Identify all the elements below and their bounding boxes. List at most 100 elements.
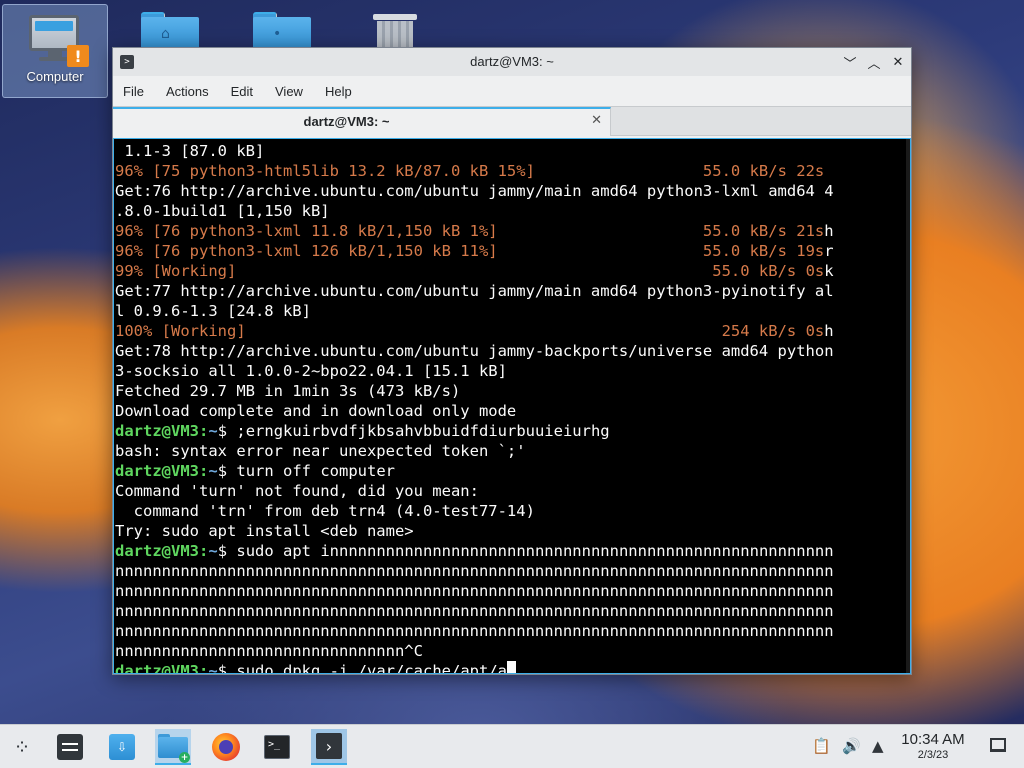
maximize-button[interactable]: ︿ (864, 52, 884, 72)
line-text: 96% [75 python3-html5lib 13.2 kB/87.0 kB… (115, 162, 535, 180)
taskbar-file-manager[interactable]: + (155, 729, 191, 765)
desktop-icon-computer[interactable]: ! Computer (2, 4, 108, 98)
terminal-output[interactable]: 1.1-3 [87.0 kB] 96% [75 python3-html5lib … (113, 138, 911, 674)
taskbar-konsole-active[interactable]: › (311, 729, 347, 765)
clock-time[interactable]: 10:34 AM (890, 731, 976, 748)
tab-terminal[interactable]: dartz@VM3: ~ ✕ (113, 107, 611, 136)
settings-icon (57, 734, 83, 760)
download-speed: 254 kB/s 0s (721, 322, 825, 340)
terminal-line: 3-socksio all 1.0.0-2~bpo22.04.1 [15.1 k… (115, 361, 910, 381)
prompt-user: dartz@VM3 (115, 462, 199, 480)
terminal-line: dartz@VM3:~$ turn off computer (115, 462, 396, 480)
line-text: l 0.9.6-1.3 [24.8 kB] (115, 302, 311, 320)
show-desktop-icon[interactable] (990, 738, 1006, 752)
prompt-path: ~ (208, 422, 218, 440)
tab-close-icon[interactable]: ✕ (591, 113, 602, 128)
line-text: 96% [76 python3-lxml 11.8 kB/1,150 kB 1%… (115, 222, 498, 240)
line-text: 100% [Working] (115, 322, 246, 340)
line-residue: h (824, 322, 834, 340)
terminal-line: 100% [Working] 254 kB/s 0sh (115, 321, 910, 341)
terminal-scrollbar[interactable] (906, 139, 910, 673)
store-icon: ⇩ (109, 734, 135, 760)
line-text: Fetched 29.7 MB in 1min 3s (473 kB/s) (115, 382, 461, 400)
menu-file[interactable]: File (117, 84, 150, 99)
line-residue: r (824, 242, 834, 260)
terminal-line: dartz@VM3:~$ sudo apt innnnnnnnnnnnnnnnn… (115, 542, 834, 560)
volume-icon[interactable]: 🔊 (842, 737, 861, 755)
line-text: nnnnnnnnnnnnnnnnnnnnnnnnnnnnnnnnnnnnnnnn… (115, 602, 834, 620)
terminal-line: Get:78 http://archive.ubuntu.com/ubuntu … (115, 341, 910, 361)
line-text: 99% [Working] (115, 262, 237, 280)
tray-expand-icon[interactable]: ▲ (872, 737, 884, 755)
prompt-path: ~ (208, 462, 218, 480)
taskbar: ⁘ ⇩ + >_ › 📋 🔊 ▲ 10:34 AM 2/3/23 (0, 724, 1024, 768)
line-text: Try: sudo apt install <deb name> (115, 522, 414, 540)
terminal-line: 96% [75 python3-html5lib 13.2 kB/87.0 kB… (115, 161, 910, 181)
minimize-button[interactable]: ﹀ (840, 52, 860, 72)
prompt-path: ~ (208, 662, 218, 674)
terminal-line: Get:76 http://archive.ubuntu.com/ubuntu … (115, 181, 910, 201)
terminal-line: nnnnnnnnnnnnnnnnnnnnnnnnnnnnnnnnnnnnnnnn… (115, 601, 910, 621)
terminal-icon: >_ (264, 735, 290, 759)
prompt-path: ~ (208, 542, 218, 560)
clock-date[interactable]: 2/3/23 (890, 749, 976, 761)
prompt-command: turn off computer (227, 462, 396, 480)
taskbar-system-settings[interactable] (52, 729, 88, 765)
folder-icon: + (158, 734, 190, 763)
line-text: nnnnnnnnnnnnnnnnnnnnnnnnnnnnnnnnnnnnnnnn… (115, 582, 834, 600)
menu-view[interactable]: View (269, 84, 309, 99)
download-speed: 55.0 kB/s 21s (702, 222, 825, 240)
computer-icon: ! (29, 15, 89, 67)
terminal-line: 1.1-3 [87.0 kB] (115, 141, 910, 161)
trash-icon[interactable] (373, 12, 417, 51)
menu-help[interactable]: Help (319, 84, 358, 99)
prompt-command: ;erngkuirbvdfjkbsahvbbuidfdiurbuuieiurhg (227, 422, 610, 440)
line-text: nnnnnnnnnnnnnnnnnnnnnnnnnnnnnnnnnnnnnnnn… (115, 562, 834, 580)
terminal-line: Download complete and in download only m… (115, 401, 910, 421)
terminal-line: bash: syntax error near unexpected token… (115, 441, 910, 461)
terminal-line: Fetched 29.7 MB in 1min 3s (473 kB/s) (115, 381, 910, 401)
taskbar-discover[interactable]: ⇩ (104, 729, 140, 765)
application-launcher[interactable]: ⁘ (4, 729, 40, 765)
line-text: Command 'turn' not found, did you mean: (115, 482, 479, 500)
terminal-line: .8.0-1build1 [1,150 kB] (115, 201, 910, 221)
menu-edit[interactable]: Edit (225, 84, 259, 99)
download-speed: 55.0 kB/s 22s (702, 162, 825, 180)
clipboard-icon[interactable]: 📋 (812, 737, 831, 755)
terminal-line: 96% [76 python3-lxml 126 kB/1,150 kB 11%… (115, 241, 910, 261)
prompt-user: dartz@VM3 (115, 662, 199, 674)
menu-actions[interactable]: Actions (160, 84, 215, 99)
desktop-folder-home-icon[interactable]: ⌂ (141, 12, 199, 51)
line-text: Get:76 http://archive.ubuntu.com/ubuntu … (115, 182, 834, 200)
terminal-line: 96% [76 python3-lxml 11.8 kB/1,150 kB 1%… (115, 221, 910, 241)
prompt-user: dartz@VM3 (115, 422, 199, 440)
terminal-line: Command 'turn' not found, did you mean: (115, 481, 910, 501)
close-button[interactable]: ✕ (888, 52, 908, 72)
line-text: Get:78 http://archive.ubuntu.com/ubuntu … (115, 342, 834, 360)
warning-badge-icon: ! (67, 45, 89, 67)
prompt-command: sudo dpkg -i /var/cache/apt/a (227, 662, 507, 674)
prompt-user: dartz@VM3 (115, 542, 199, 560)
line-text: command 'trn' from deb trn4 (4.0-test77-… (115, 502, 535, 520)
firefox-icon (212, 733, 240, 761)
konsole-window[interactable]: > dartz@VM3: ~ ﹀ ︿ ✕ File Actions Edit V… (112, 47, 912, 675)
terminal-line: nnnnnnnnnnnnnnnnnnnnnnnnnnnnnnnnnnnnnnnn… (115, 621, 910, 641)
line-text: nnnnnnnnnnnnnnnnnnnnnnnnnnnnnnnnnnnnnnnn… (115, 622, 834, 640)
window-titlebar[interactable]: > dartz@VM3: ~ ﹀ ︿ ✕ (113, 48, 911, 76)
terminal-line: Get:77 http://archive.ubuntu.com/ubuntu … (115, 281, 910, 301)
taskbar-firefox[interactable] (208, 729, 244, 765)
terminal-line: dartz@VM3:~$ ;erngkuirbvdfjkbsahvbbuidfd… (115, 422, 610, 440)
prompt-command: sudo apt innnnnnnnnnnnnnnnnnnnnnnnnnnnnn… (227, 542, 834, 560)
line-text: nnnnnnnnnnnnnnnnnnnnnnnnnnnnnnn^C (115, 642, 423, 660)
desktop-folder-icon[interactable]: • (253, 12, 311, 51)
terminal-line: 99% [Working] 55.0 kB/s 0sk (115, 261, 910, 281)
taskbar-terminal[interactable]: >_ (259, 729, 295, 765)
terminal-line: Try: sudo apt install <deb name> (115, 521, 910, 541)
line-text: Download complete and in download only m… (115, 402, 517, 420)
line-text: 3-socksio all 1.0.0-2~bpo22.04.1 [15.1 k… (115, 362, 507, 380)
tab-bar: dartz@VM3: ~ ✕ (113, 106, 911, 136)
download-speed: 55.0 kB/s 19s (702, 242, 825, 260)
line-text: .8.0-1build1 [1,150 kB] (115, 202, 330, 220)
terminal-line: nnnnnnnnnnnnnnnnnnnnnnnnnnnnnnnnnnnnnnnn… (115, 561, 910, 581)
terminal-line: l 0.9.6-1.3 [24.8 kB] (115, 301, 910, 321)
